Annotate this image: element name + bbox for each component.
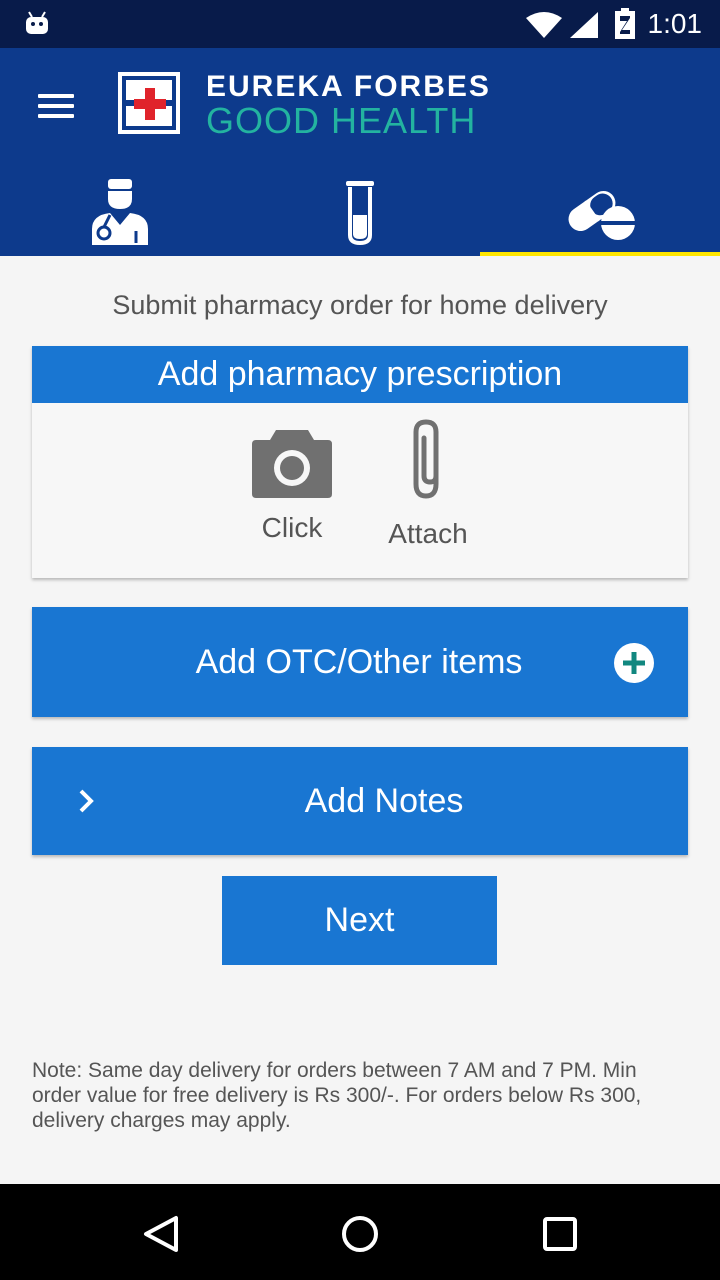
status-clock: 1:01 (647, 8, 703, 39)
attach-file-option[interactable]: Attach (368, 419, 488, 550)
brand-logo (118, 72, 180, 134)
brand-subname: GOOD HEALTH (206, 100, 477, 141)
tab-bar (0, 168, 720, 256)
click-photo-option[interactable]: Click (232, 426, 352, 544)
app-header: EUREKA FORBES GOOD HEALTH (0, 48, 720, 256)
brand-name: EUREKA FORBES (206, 70, 491, 103)
add-otc-items-label: Add OTC/Other items (195, 643, 523, 681)
next-button[interactable]: Next (222, 876, 497, 965)
doctor-icon (92, 179, 148, 245)
plus-circle-icon (614, 643, 654, 683)
back-icon[interactable] (138, 1212, 182, 1256)
wifi-icon (526, 12, 562, 38)
battery-charging-icon (615, 8, 635, 39)
tab-pharmacy[interactable] (480, 168, 720, 256)
prescription-card-title: Add pharmacy prescription (32, 346, 688, 403)
paperclip-icon (413, 419, 439, 499)
home-icon[interactable] (338, 1212, 382, 1256)
attach-label: Attach (388, 518, 468, 549)
android-icon (26, 11, 48, 34)
prescription-card: Add pharmacy prescription Click Attach (32, 346, 688, 578)
click-label: Click (261, 512, 323, 543)
test-tube-icon (346, 181, 374, 246)
page-subtitle: Submit pharmacy order for home delivery (112, 290, 608, 320)
tab-lab-test[interactable] (240, 168, 480, 256)
camera-icon (252, 430, 332, 498)
recents-icon[interactable] (538, 1212, 582, 1256)
system-nav-bar (0, 1184, 720, 1280)
tab-doctor[interactable] (0, 168, 240, 256)
add-notes-label: Add Notes (304, 782, 464, 820)
hamburger-menu-icon[interactable] (30, 88, 82, 128)
status-bar: 1:01 (0, 0, 720, 48)
pills-icon (568, 190, 636, 240)
delivery-note: Note: Same day delivery for orders betwe… (32, 1059, 642, 1132)
add-otc-items-button[interactable]: Add OTC/Other items (32, 607, 688, 717)
signal-icon (570, 12, 598, 38)
add-notes-button[interactable]: Add Notes (32, 747, 688, 855)
